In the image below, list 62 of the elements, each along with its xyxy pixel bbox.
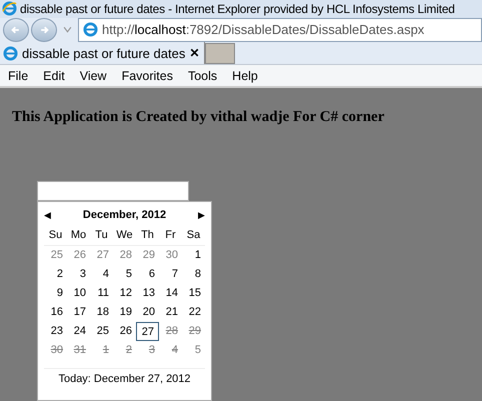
weekday-label: Fr <box>159 225 182 246</box>
calendar-day[interactable]: 16 <box>44 303 67 322</box>
menu-item[interactable]: Favorites <box>122 68 173 82</box>
back-button[interactable] <box>3 18 29 42</box>
calendar-day[interactable]: 10 <box>67 284 90 303</box>
address-field[interactable]: http://localhost:7892/DissableDates/DissableDates.aspx <box>78 18 482 42</box>
calendar-day[interactable]: 18 <box>90 303 113 322</box>
weekday-label: Tu <box>90 225 113 246</box>
calendar-day[interactable]: 11 <box>90 284 113 303</box>
date-input-field[interactable] <box>37 181 189 201</box>
calendar-day[interactable]: 22 <box>182 303 205 322</box>
calendar-day[interactable]: 4 <box>90 265 113 284</box>
menu-item[interactable]: Edit <box>43 68 65 82</box>
dropdown-caret-icon[interactable] <box>63 26 72 34</box>
calendar-day[interactable]: 6 <box>136 265 159 284</box>
calendar-day[interactable]: 5 <box>182 341 205 360</box>
calendar-day[interactable]: 26 <box>67 246 90 265</box>
calendar-day[interactable]: 12 <box>113 284 136 303</box>
calendar-day[interactable]: 20 <box>136 303 159 322</box>
calendar-day[interactable]: 19 <box>113 303 136 322</box>
calendar-day[interactable]: 14 <box>159 284 182 303</box>
calendar-day[interactable]: 3 <box>67 265 90 284</box>
calendar-day[interactable]: 29 <box>136 246 159 265</box>
previous-month-button[interactable]: ◀ <box>44 210 51 220</box>
calendar-day[interactable]: 21 <box>159 303 182 322</box>
calendar-day[interactable]: 5 <box>113 265 136 284</box>
month-title: December, 2012 <box>82 209 166 221</box>
calendar-day[interactable]: 13 <box>136 284 159 303</box>
calendar-day[interactable]: 17 <box>67 303 90 322</box>
window-title: dissable past or future dates - Internet Explorer provided by HCL Infosystems Limited <box>20 2 455 16</box>
calendar-day[interactable]: 23 <box>44 322 67 341</box>
today-link[interactable]: Today: December 27, 2012 <box>58 373 191 385</box>
weekday-label: Mo <box>67 225 90 246</box>
page-logo-icon <box>83 22 98 38</box>
calendar-day[interactable]: 27 <box>136 322 159 341</box>
next-month-button[interactable]: ▶ <box>198 210 205 220</box>
menu-item[interactable]: File <box>8 68 28 82</box>
calendar-day[interactable]: 7 <box>159 265 182 284</box>
menu-item[interactable]: Tools <box>188 68 218 82</box>
calendar-day[interactable]: 24 <box>67 322 90 341</box>
calendar-day[interactable]: 27 <box>90 246 113 265</box>
menu-item[interactable]: View <box>80 68 107 82</box>
calendar-day[interactable]: 28 <box>113 246 136 265</box>
calendar-day[interactable]: 30 <box>159 246 182 265</box>
browser-logo-icon <box>2 1 17 16</box>
new-tab-button[interactable] <box>205 42 236 64</box>
calendar-day[interactable]: 15 <box>182 284 205 303</box>
forward-button[interactable] <box>31 18 57 42</box>
calendar-day[interactable]: 1 <box>182 246 205 265</box>
calendar-day[interactable]: 8 <box>182 265 205 284</box>
tab-logo-icon <box>3 46 18 60</box>
calendar-day[interactable]: 9 <box>44 284 67 303</box>
calendar-day[interactable]: 26 <box>113 322 136 341</box>
calendar-day[interactable]: 25 <box>90 322 113 341</box>
calendar-day[interactable]: 2 <box>44 265 67 284</box>
page-heading: This Application is Created by vithal wadje For C# corner <box>12 109 386 126</box>
weekday-label: Su <box>44 225 67 246</box>
menu-item[interactable]: Help <box>232 68 258 82</box>
weekday-label: Sa <box>182 225 205 246</box>
weekday-label: Th <box>136 225 159 246</box>
weekday-label: We <box>113 225 136 246</box>
calendar-day[interactable]: 25 <box>44 246 67 265</box>
